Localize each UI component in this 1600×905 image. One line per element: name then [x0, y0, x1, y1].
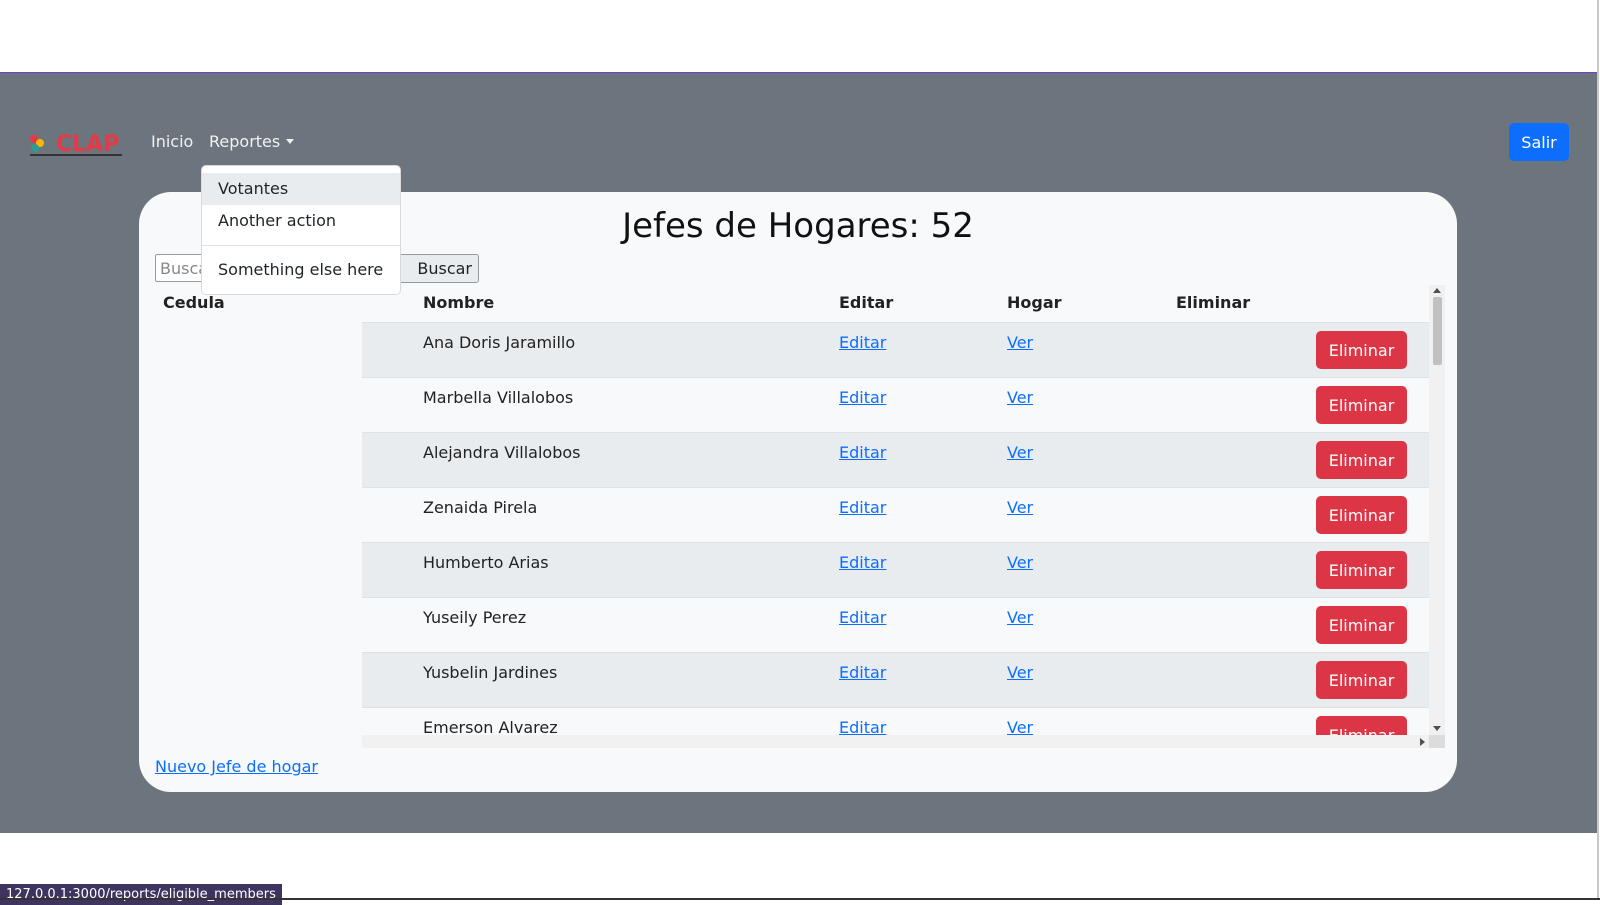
- edit-link[interactable]: Editar: [839, 553, 886, 572]
- row-nombre: Alejandra Villalobos: [423, 443, 581, 462]
- households-table: Cedula Nombre Editar Hogar Eliminar Ana …: [139, 285, 1429, 745]
- new-household-head-link[interactable]: Nuevo Jefe de hogar: [155, 757, 318, 776]
- logo-text: CLAP: [56, 132, 119, 157]
- table-row: Yusbelin Jardines Editar Ver Eliminar: [362, 653, 1429, 708]
- logo-dot-teal: [31, 144, 39, 152]
- row-nombre: Zenaida Pirela: [423, 498, 538, 517]
- column-header-nombre: Nombre: [423, 293, 495, 312]
- view-home-link[interactable]: Ver: [1007, 608, 1033, 627]
- nav-link-reportes-label: Reportes: [209, 132, 281, 151]
- delete-button[interactable]: Eliminar: [1316, 441, 1407, 479]
- nav-link-inicio[interactable]: Inicio: [151, 132, 193, 151]
- view-home-link[interactable]: Ver: [1007, 333, 1033, 352]
- edit-link[interactable]: Editar: [839, 608, 886, 627]
- dropdown-item-something-else[interactable]: Something else here: [202, 254, 400, 286]
- delete-button[interactable]: Eliminar: [1316, 606, 1407, 644]
- view-home-link[interactable]: Ver: [1007, 388, 1033, 407]
- view-home-link[interactable]: Ver: [1007, 443, 1033, 462]
- row-nombre: Marbella Villalobos: [423, 388, 574, 407]
- table-row: Ana Doris Jaramillo Editar Ver Eliminar: [362, 323, 1429, 378]
- column-header-eliminar: Eliminar: [1176, 293, 1251, 312]
- delete-button[interactable]: Eliminar: [1316, 331, 1407, 369]
- status-bar-url: 127.0.0.1:3000/reports/eligible_members: [0, 884, 282, 905]
- dropdown-item-another-action[interactable]: Another action: [202, 205, 400, 237]
- column-header-hogar: Hogar: [1007, 293, 1062, 312]
- row-nombre: Yusbelin Jardines: [423, 663, 558, 682]
- logout-button[interactable]: Salir: [1509, 123, 1569, 161]
- navbar: CLAP Inicio Reportes Salir: [0, 123, 1597, 163]
- edit-link[interactable]: Editar: [839, 663, 886, 682]
- delete-button[interactable]: Eliminar: [1316, 661, 1407, 699]
- table-row: Yuseily Perez Editar Ver Eliminar: [362, 598, 1429, 653]
- dropdown-item-votantes[interactable]: Votantes: [202, 173, 400, 205]
- clap-logo[interactable]: CLAP: [26, 129, 126, 159]
- column-header-editar: Editar: [839, 293, 894, 312]
- dropdown-divider: [202, 245, 400, 246]
- table-row: Marbella Villalobos Editar Ver Eliminar: [362, 378, 1429, 433]
- table-row: Zenaida Pirela Editar Ver Eliminar: [362, 488, 1429, 543]
- caret-down-icon: [286, 139, 295, 144]
- delete-button[interactable]: Eliminar: [1316, 551, 1407, 589]
- delete-button[interactable]: Eliminar: [1316, 386, 1407, 424]
- logo-underline: [30, 154, 122, 156]
- row-nombre: Ana Doris Jaramillo: [423, 333, 576, 352]
- delete-button[interactable]: Eliminar: [1316, 496, 1407, 534]
- search-button[interactable]: Buscar: [389, 254, 479, 283]
- edit-link[interactable]: Editar: [839, 333, 886, 352]
- window-edge: [1597, 0, 1599, 900]
- view-home-link[interactable]: Ver: [1007, 498, 1033, 517]
- scroll-thumb[interactable]: [1433, 297, 1442, 365]
- view-home-link[interactable]: Ver: [1007, 663, 1033, 682]
- table-vertical-scrollbar[interactable]: [1429, 285, 1445, 735]
- edit-link[interactable]: Editar: [839, 443, 886, 462]
- row-nombre: Humberto Arias: [423, 553, 549, 572]
- scrollbar-corner: [1429, 735, 1445, 748]
- column-header-cedula: Cedula: [163, 293, 225, 312]
- row-nombre: Yuseily Perez: [423, 608, 527, 627]
- table-horizontal-scrollbar[interactable]: [362, 735, 1429, 748]
- view-home-link[interactable]: Ver: [1007, 553, 1033, 572]
- nav-link-reportes[interactable]: Reportes: [209, 132, 295, 151]
- reportes-dropdown-menu: Votantes Another action Something else h…: [201, 165, 401, 295]
- table-row: Humberto Arias Editar Ver Eliminar: [362, 543, 1429, 598]
- scroll-up-arrow-icon[interactable]: [1433, 288, 1441, 293]
- edit-link[interactable]: Editar: [839, 388, 886, 407]
- table-row: Alejandra Villalobos Editar Ver Eliminar: [362, 433, 1429, 488]
- edit-link[interactable]: Editar: [839, 498, 886, 517]
- scroll-right-arrow-icon[interactable]: [1420, 738, 1425, 746]
- scroll-down-arrow-icon[interactable]: [1433, 726, 1441, 731]
